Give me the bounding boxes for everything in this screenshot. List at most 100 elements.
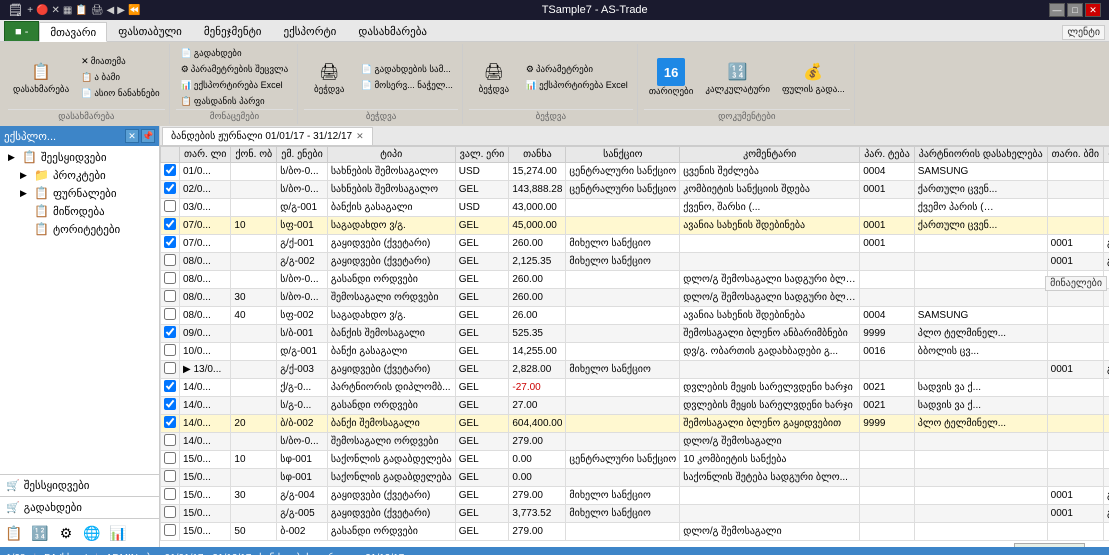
- col-header-comment[interactable]: კომენტარი: [680, 147, 860, 163]
- table-row[interactable]: 15/0...სφ-001საქონლის გადაბდელებაGEL0.00…: [161, 469, 1109, 487]
- explorer-close-btn[interactable]: ✕: [125, 129, 139, 143]
- table-row[interactable]: 08/0...40სფ-002საგადახდო ვ/გ.GEL26.00ავა…: [161, 307, 1109, 325]
- footer-icon-2[interactable]: 🔢: [28, 521, 52, 545]
- ribbon-tab-main[interactable]: მთავარი: [39, 22, 107, 42]
- table-row[interactable]: 07/0...10სფ-001საგადახდო ვ/გ.GEL45,000.0…: [161, 217, 1109, 235]
- ribbon-btn-faspagini[interactable]: 📋 ფასდანის პარვი: [176, 94, 294, 109]
- tree-item-delivery[interactable]: 📋 მიწოდება: [0, 202, 159, 220]
- data-table-container[interactable]: თარ. ლი ქონ. ობ ემ. ენები ტიპი ვალ. ერი …: [160, 146, 1109, 547]
- ribbon-btn-params2[interactable]: ⚙ პარამეტრები: [521, 62, 633, 77]
- row-checkbox[interactable]: [161, 451, 180, 469]
- row-checkbox[interactable]: [161, 307, 180, 325]
- toolbar-icon2[interactable]: 🔴: [36, 5, 48, 16]
- table-row[interactable]: 15/0...10სφ-001საქონლის გადაბდელებაGEL0.…: [161, 451, 1109, 469]
- row-checkbox[interactable]: [161, 415, 180, 433]
- table-row[interactable]: 14/0...ს/ბო-0...შემოსაგალი ორდვებიGEL279…: [161, 433, 1109, 451]
- table-row[interactable]: 03/0...დ/გ-001ბანქის გასაგალიUSD43,000.0…: [161, 199, 1109, 217]
- ribbon-tab-help[interactable]: დასახმარება: [347, 21, 438, 41]
- col-header-c1[interactable]: ქონ. ობ: [231, 147, 277, 163]
- table-row[interactable]: 01/0...ს/ბო-0...სახნების შემოსაგალოUSD15…: [161, 163, 1109, 181]
- tree-item-purchases[interactable]: ▶ 📋 შეესყიდვები: [0, 148, 159, 166]
- col-header-amount[interactable]: თანხა: [509, 147, 566, 163]
- table-row[interactable]: 08/0...გ/გ-002გაყიდვები (ქვეტარი)GEL2,12…: [161, 253, 1109, 271]
- row-checkbox[interactable]: [161, 253, 180, 271]
- col-header-sanq[interactable]: სანქციო: [566, 147, 680, 163]
- row-checkbox[interactable]: [161, 343, 180, 361]
- row-checkbox[interactable]: [161, 469, 180, 487]
- ribbon-btn-transfer[interactable]: 💰 ფულის გადა...: [777, 57, 850, 98]
- row-checkbox[interactable]: [161, 199, 180, 217]
- table-row[interactable]: 15/0...30გ/გ-004გაყიდვები (ქვეტარი)GEL27…: [161, 487, 1109, 505]
- minimize-button[interactable]: —: [1049, 3, 1065, 17]
- ribbon-btn-add[interactable]: 📋 დასახმარება: [8, 57, 74, 98]
- row-checkbox[interactable]: [161, 487, 180, 505]
- toolbar-icon4[interactable]: ▦: [63, 5, 72, 16]
- toolbar-icon8[interactable]: ▶: [117, 5, 125, 16]
- table-row[interactable]: 09/0...ს/ბ-001ბანქის შემოსაგალიGEL525.35…: [161, 325, 1109, 343]
- tab-close-icon[interactable]: ✕: [356, 131, 364, 142]
- close-button[interactable]: ✕: [1085, 3, 1101, 17]
- explorer-payments-bottom[interactable]: 🛒 გადახდები: [0, 496, 159, 518]
- table-row[interactable]: 15/0...50ბ-002გასანდი ორდვებიGEL279.00დლ…: [161, 523, 1109, 541]
- content-tab-journal[interactable]: ბანდების ჟურნალი 01/01/17 - 31/12/17 ✕: [162, 127, 373, 145]
- table-row[interactable]: 08/0...30ს/ბო-0...შემოსაგალი ორდვებიGEL2…: [161, 289, 1109, 307]
- row-checkbox[interactable]: [161, 397, 180, 415]
- maximize-button[interactable]: □: [1067, 3, 1083, 17]
- row-checkbox[interactable]: [161, 271, 180, 289]
- table-row[interactable]: 14/0...ს/გ-0...გასანდი ორდვებიGEL27.00დვ…: [161, 397, 1109, 415]
- ribbon-btn-print2[interactable]: 📄 გადახდების სამ...: [356, 62, 458, 77]
- ribbon-btn-payments[interactable]: 📄 გადახდები: [176, 46, 294, 61]
- ribbon-btn-sort[interactable]: 📄 მოსერვ... ნაჭელ...: [356, 78, 458, 93]
- footer-icon-3[interactable]: ⚙: [54, 521, 78, 545]
- row-checkbox[interactable]: [161, 379, 180, 397]
- ribbon-btn-edit[interactable]: 📋 ა ბამი: [76, 70, 165, 85]
- toolbar-icon7[interactable]: ◀: [107, 5, 115, 16]
- table-row[interactable]: 15/0...გ/გ-005გაყიდვები (ქვეტარი)GEL3,77…: [161, 505, 1109, 523]
- row-checkbox[interactable]: [161, 289, 180, 307]
- ribbon-btn-calendar[interactable]: 16 თარიღები: [644, 55, 699, 100]
- table-row[interactable]: 10/0...დ/გ-001ბანქი გასაგალიGEL14,255.00…: [161, 343, 1109, 361]
- row-checkbox[interactable]: [161, 433, 180, 451]
- footer-icon-1[interactable]: 📋: [2, 521, 26, 545]
- row-checkbox[interactable]: [161, 325, 180, 343]
- toolbar-icon[interactable]: +: [27, 5, 33, 16]
- ribbon-btn-print[interactable]: 🖨 ბეჭდვა: [304, 57, 354, 98]
- toolbar-icon3[interactable]: ✕: [52, 5, 60, 16]
- table-row[interactable]: 07/0...გ/ქ-001გაყიდვები (ქვეტარი)GEL260.…: [161, 235, 1109, 253]
- ribbon-btn-info[interactable]: 📄 ასიო ნანახნები: [76, 86, 165, 101]
- col-header-partner[interactable]: პარტნიორის დასახელება: [914, 147, 1047, 163]
- table-row[interactable]: 14/0...ქ/გ-0...პარტნიორის დიპლომბ...GEL-…: [161, 379, 1109, 397]
- tree-item-territories[interactable]: 📋 ტორიტეტები: [0, 220, 159, 238]
- table-row[interactable]: 14/0...20ბ/ბ-002ბანქი შემოსაგალიGEL604,4…: [161, 415, 1109, 433]
- table-row[interactable]: ▶ 13/0...გ/ქ-003გაყიდვები (ქვეტარი)GEL2,…: [161, 361, 1109, 379]
- col-header-type[interactable]: ტიპი: [327, 147, 455, 163]
- toolbar-icon9[interactable]: ⏪: [128, 5, 140, 16]
- col-header-currency[interactable]: ვალ. ერი: [455, 147, 509, 163]
- col-header-c2[interactable]: ემ. ენები: [277, 147, 328, 163]
- table-row[interactable]: 02/0...ს/ბო-0...სახნების შემოსაგალოGEL14…: [161, 181, 1109, 199]
- ribbon-btn-delete[interactable]: ✕ მიათემა: [76, 54, 165, 69]
- row-checkbox[interactable]: [161, 361, 180, 379]
- row-checkbox[interactable]: [161, 163, 180, 181]
- col-header-date2[interactable]: თარი. ბმი: [1047, 147, 1103, 163]
- row-checkbox[interactable]: [161, 217, 180, 235]
- ribbon-btn-excel2[interactable]: 📊 ექსპორტირება Excel: [521, 78, 633, 93]
- table-row[interactable]: 08/0...ს/ბო-0...გასანდი ორდვებიGEL260.00…: [161, 271, 1109, 289]
- explorer-pin-btn[interactable]: 📌: [141, 129, 155, 143]
- footer-icon-5[interactable]: 📊: [106, 521, 130, 545]
- toolbar-icon5[interactable]: 📋: [75, 5, 87, 16]
- row-checkbox[interactable]: [161, 181, 180, 199]
- ribbon-btn-print3[interactable]: 🖨 ბეჭდვა: [469, 57, 519, 98]
- tree-item-journals[interactable]: ▶ 📋 ფურნალები: [0, 184, 159, 202]
- ribbon-tab-price[interactable]: ფასთაბული: [107, 21, 193, 41]
- ribbon-tab-menu[interactable]: ■ -: [4, 21, 39, 41]
- ribbon-tab-mgmt[interactable]: მენეჯმენტი: [193, 21, 273, 41]
- col-header-date[interactable]: თარ. ლი: [180, 147, 231, 163]
- col-header-par[interactable]: პარ. ტება: [860, 147, 915, 163]
- row-checkbox[interactable]: [161, 235, 180, 253]
- toolbar-icon6[interactable]: 🖨: [91, 5, 104, 16]
- ribbon-btn-calc[interactable]: 🔢 კალკულატური: [700, 57, 775, 98]
- ribbon-tab-export[interactable]: ექსპორტი: [273, 21, 348, 41]
- col-header-desc[interactable]: დასახელება: [1104, 147, 1109, 163]
- row-checkbox[interactable]: [161, 505, 180, 523]
